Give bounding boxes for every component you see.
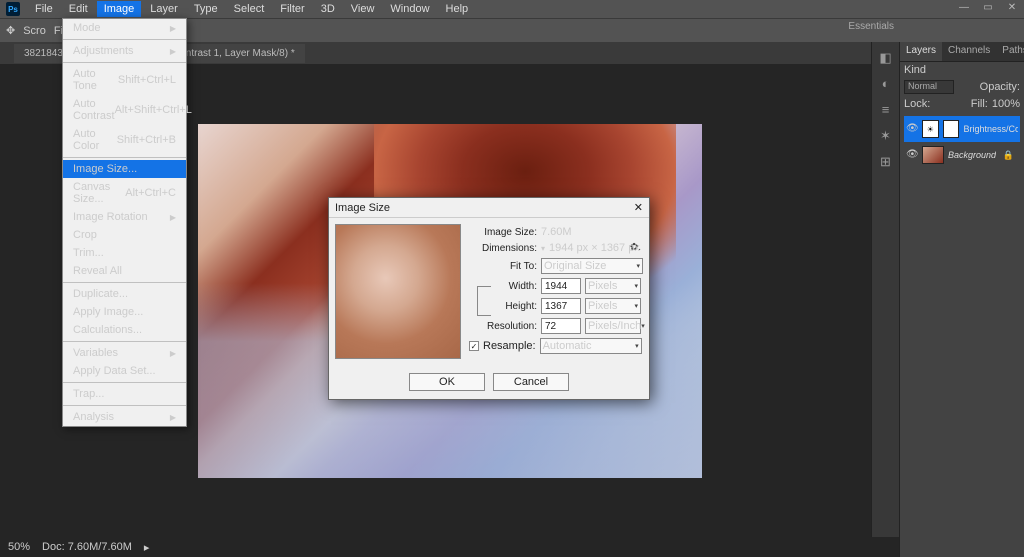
- menu-mode[interactable]: Mode▶: [63, 19, 186, 37]
- zoom-level[interactable]: 50%: [8, 541, 30, 553]
- menu-view[interactable]: View: [344, 1, 382, 17]
- dimensions-label: Dimensions:: [469, 243, 537, 254]
- menu-canvas-size[interactable]: Canvas Size...Alt+Ctrl+C: [63, 178, 186, 208]
- menu-edit[interactable]: Edit: [62, 1, 95, 17]
- menu-reveal-all[interactable]: Reveal All: [63, 262, 186, 280]
- mask-thumb: [943, 120, 960, 138]
- panel-tabs: Layers Channels Paths: [900, 42, 1024, 62]
- height-unit-select[interactable]: Pixels▾: [585, 298, 641, 314]
- adjustments-icon[interactable]: ◐: [877, 76, 895, 94]
- properties-icon[interactable]: ≡: [877, 102, 895, 120]
- menu-analysis[interactable]: Analysis▶: [63, 408, 186, 426]
- layer-name: Brightness/Contr...: [963, 124, 1018, 134]
- option-scroll[interactable]: Scro: [23, 25, 46, 37]
- menu-file[interactable]: File: [28, 1, 60, 17]
- window-minimize[interactable]: —: [956, 2, 972, 14]
- tab-paths[interactable]: Paths: [996, 42, 1024, 61]
- menu-window[interactable]: Window: [383, 1, 436, 17]
- visibility-icon[interactable]: 👁: [906, 123, 918, 135]
- visibility-icon[interactable]: 👁: [906, 149, 918, 161]
- menu-trap: Trap...: [63, 385, 186, 403]
- menu-3d[interactable]: 3D: [314, 1, 342, 17]
- workspace-switcher[interactable]: Essentials: [848, 21, 894, 32]
- menu-type[interactable]: Type: [187, 1, 225, 17]
- menu-apply-data-set: Apply Data Set...: [63, 362, 186, 380]
- height-input[interactable]: [541, 298, 581, 314]
- doc-size: Doc: 7.60M/7.60M: [42, 541, 132, 553]
- menu-help[interactable]: Help: [439, 1, 476, 17]
- status-bar: 50% Doc: 7.60M/7.60M ▸: [0, 537, 899, 557]
- resample-select[interactable]: Automatic▾: [540, 338, 642, 354]
- dialog-title: Image Size: [335, 202, 390, 214]
- layer-thumb: [922, 146, 944, 164]
- menu-auto-tone[interactable]: Auto ToneShift+Ctrl+L: [63, 65, 186, 95]
- layer-adjustment[interactable]: 👁 ☀ Brightness/Contr...: [904, 116, 1020, 142]
- menu-duplicate[interactable]: Duplicate...: [63, 285, 186, 303]
- menu-apply-image[interactable]: Apply Image...: [63, 303, 186, 321]
- panels: Layers Channels Paths Kind Normal Opacit…: [899, 42, 1024, 557]
- menu-crop[interactable]: Crop: [63, 226, 186, 244]
- menu-trim[interactable]: Trim...: [63, 244, 186, 262]
- dimensions-value: 1944 px × 1367 px: [549, 242, 640, 254]
- menu-image[interactable]: Image: [97, 1, 142, 17]
- tab-channels[interactable]: Channels: [942, 42, 996, 61]
- menu-layer[interactable]: Layer: [143, 1, 185, 17]
- brush-icon[interactable]: ✶: [877, 128, 895, 146]
- cancel-button[interactable]: Cancel: [493, 373, 569, 391]
- menu-variables: Variables▶: [63, 344, 186, 362]
- resolution-unit-select[interactable]: Pixels/Inch▾: [585, 318, 641, 334]
- fill-label: Fill:: [971, 98, 988, 110]
- menu-filter[interactable]: Filter: [273, 1, 311, 17]
- menu-adjustments[interactable]: Adjustments▶: [63, 42, 186, 60]
- menu-auto-color[interactable]: Auto ColorShift+Ctrl+B: [63, 125, 186, 155]
- layer-background[interactable]: 👁 Background 🔒: [904, 142, 1020, 168]
- link-icon[interactable]: [477, 286, 491, 316]
- lock-label: Lock:: [904, 98, 930, 110]
- lock-icon: 🔒: [1003, 150, 1018, 161]
- opacity-label: Opacity:: [980, 81, 1020, 93]
- status-arrow-icon[interactable]: ▸: [144, 541, 150, 554]
- kind-label: Kind: [904, 64, 926, 76]
- menu-image-rotation[interactable]: Image Rotation▶: [63, 208, 186, 226]
- layer-name: Background: [948, 150, 996, 160]
- history-icon[interactable]: ◧: [877, 50, 895, 68]
- dock-strip: ◧ ◐ ≡ ✶ ⊞: [871, 42, 899, 557]
- window-maximize[interactable]: ▭: [980, 2, 996, 14]
- tool-icon: ✥: [6, 24, 15, 37]
- blend-mode-select[interactable]: Normal: [904, 80, 954, 94]
- image-size-label: Image Size:: [469, 227, 537, 238]
- ok-button[interactable]: OK: [409, 373, 485, 391]
- fit-to-label: Fit To:: [469, 261, 537, 272]
- menu-select[interactable]: Select: [227, 1, 272, 17]
- preview-thumbnail: [335, 224, 461, 359]
- window-close[interactable]: ✕: [1004, 2, 1020, 14]
- image-size-value: 7.60M: [541, 226, 572, 238]
- menu-image-size[interactable]: Image Size...: [63, 160, 186, 178]
- menu-calculations[interactable]: Calculations...: [63, 321, 186, 339]
- resample-checkbox[interactable]: ✓: [469, 341, 479, 351]
- fit-to-select[interactable]: Original Size▾: [541, 258, 643, 274]
- dialog-titlebar[interactable]: Image Size ✕: [329, 198, 649, 218]
- image-size-dialog: Image Size ✕ ✿. Image Size:7.60M Dimensi…: [328, 197, 650, 400]
- resample-label: Resample:: [483, 340, 536, 352]
- tab-layers[interactable]: Layers: [900, 42, 942, 61]
- menu-auto-contrast[interactable]: Auto ContrastAlt+Shift+Ctrl+L: [63, 95, 186, 125]
- menubar: Ps File Edit Image Layer Type Select Fil…: [0, 0, 1024, 18]
- swatches-icon[interactable]: ⊞: [877, 154, 895, 172]
- resolution-label: Resolution:: [469, 321, 537, 332]
- width-unit-select[interactable]: Pixels▾: [585, 278, 641, 294]
- adjustment-thumb: ☀: [922, 120, 939, 138]
- resolution-input[interactable]: [541, 318, 581, 334]
- dialog-close-button[interactable]: ✕: [634, 201, 643, 214]
- fill-value: 100%: [992, 98, 1020, 110]
- image-menu-dropdown: Mode▶ Adjustments▶ Auto ToneShift+Ctrl+L…: [62, 18, 187, 427]
- width-input[interactable]: [541, 278, 581, 294]
- app-logo: Ps: [6, 2, 20, 16]
